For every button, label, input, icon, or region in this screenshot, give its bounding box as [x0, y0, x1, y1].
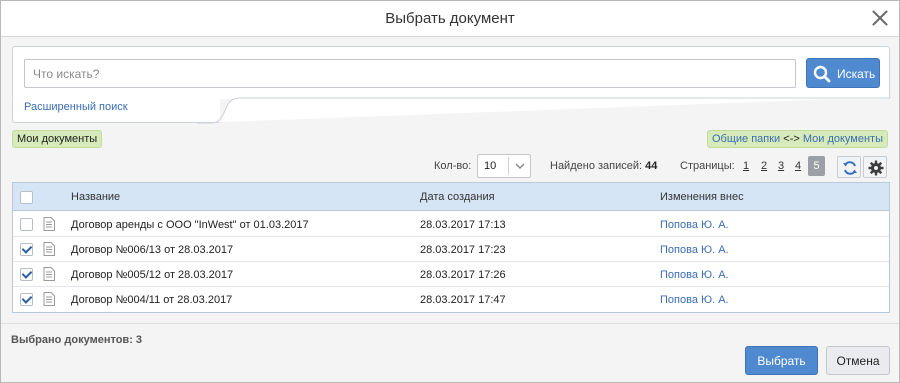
document-date: 28.03.2017 17:13: [420, 219, 506, 231]
document-author[interactable]: Попова Ю. А.: [660, 269, 729, 281]
cancel-button[interactable]: Отмена: [826, 346, 890, 375]
document-author[interactable]: Попова Ю. А.: [660, 294, 729, 306]
document-author[interactable]: Попова Ю. А.: [660, 244, 729, 256]
document-icon: [43, 242, 55, 256]
dialog-title: Выбрать документ: [385, 10, 515, 27]
document-name: Договор №006/13 от 28.03.2017: [71, 244, 234, 256]
row-checkbox[interactable]: [20, 268, 33, 281]
records-found-label: Найдено записей:: [550, 160, 643, 172]
records-found: Найдено записей: 44: [550, 160, 657, 172]
search-button[interactable]: Искать: [806, 58, 880, 88]
column-header-date[interactable]: Дата создания: [420, 191, 495, 203]
table-row[interactable]: Договор №006/13 от 28.03.2017 28.03.2017…: [13, 237, 889, 262]
refresh-button[interactable]: [837, 156, 861, 178]
folder-switch: Общие папки <-> Мои документы: [706, 130, 888, 148]
document-date: 28.03.2017 17:26: [420, 269, 506, 281]
table-row[interactable]: Договор аренды с ООО "InWest" от 01.03.2…: [13, 212, 889, 237]
row-checkbox[interactable]: [20, 218, 33, 231]
document-icon: [43, 267, 55, 281]
column-header-author[interactable]: Изменения внес: [660, 191, 744, 203]
page-link-active[interactable]: 5: [808, 156, 825, 176]
table-row[interactable]: Договор №005/12 от 28.03.2017 28.03.2017…: [13, 262, 889, 287]
document-name: Договор аренды с ООО "InWest" от 01.03.2…: [71, 219, 309, 231]
page-size-label: Кол-во:: [434, 160, 472, 172]
row-checkbox[interactable]: [20, 293, 33, 306]
page-link-2[interactable]: 2: [761, 160, 767, 172]
gear-icon: [868, 160, 884, 176]
search-panel: Искать: [12, 46, 890, 99]
select-all-checkbox[interactable]: [20, 191, 33, 204]
my-documents-link[interactable]: Мои документы: [803, 133, 883, 145]
table-header: Название Дата создания Изменения внес: [13, 183, 889, 211]
page-size-value: 10: [484, 160, 497, 172]
search-panel-edge: [197, 97, 891, 124]
chevron-down-icon: [515, 163, 525, 169]
footer-divider: [1, 323, 899, 324]
refresh-icon: [843, 161, 857, 175]
search-button-label: Искать: [837, 67, 876, 81]
select-button[interactable]: Выбрать: [745, 346, 818, 375]
document-name: Договор №005/12 от 28.03.2017: [71, 269, 234, 281]
dialog-titlebar: Выбрать документ: [1, 1, 899, 37]
settings-button[interactable]: [863, 156, 887, 178]
select-divider: [508, 157, 509, 175]
selected-count: Выбрано документов: 3: [11, 334, 143, 346]
document-author[interactable]: Попова Ю. А.: [660, 219, 729, 231]
close-icon[interactable]: [869, 7, 891, 29]
page-link-3[interactable]: 3: [778, 160, 784, 172]
documents-table: Название Дата создания Изменения внес До…: [12, 182, 890, 313]
document-name: Договор №004/11 от 28.03.2017: [71, 294, 233, 306]
table-row[interactable]: Договор №004/11 от 28.03.2017 28.03.2017…: [13, 287, 889, 312]
column-header-name[interactable]: Название: [71, 191, 120, 203]
document-date: 28.03.2017 17:47: [420, 294, 506, 306]
document-icon: [43, 217, 55, 231]
row-checkbox[interactable]: [20, 243, 33, 256]
document-date: 28.03.2017 17:23: [420, 244, 506, 256]
advanced-search-link[interactable]: Расширенный поиск: [24, 101, 128, 113]
my-documents-badge[interactable]: Мои документы: [12, 130, 103, 148]
search-icon: [813, 65, 831, 83]
page-size-select[interactable]: 10: [477, 154, 531, 178]
page-link-1[interactable]: 1: [743, 160, 749, 172]
page-link-4[interactable]: 4: [795, 160, 801, 172]
search-input[interactable]: [24, 59, 796, 88]
select-document-dialog: Выбрать документ Искать Расширенный поис…: [0, 0, 900, 383]
document-icon: [43, 292, 55, 306]
shared-folders-link[interactable]: Общие папки: [712, 133, 780, 145]
pages-label: Страницы:: [680, 160, 735, 172]
records-found-count: 44: [645, 160, 658, 172]
switch-arrow: <->: [783, 133, 800, 145]
